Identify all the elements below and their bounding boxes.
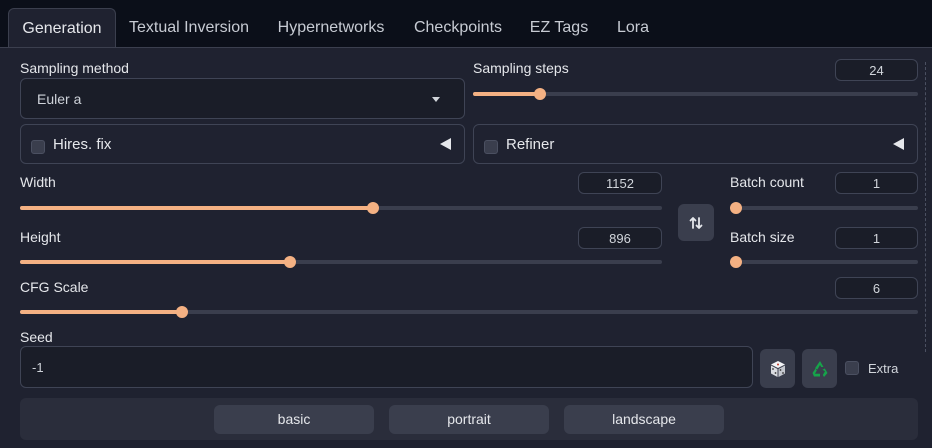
extra-label: Extra xyxy=(868,361,899,376)
cfg-scale-slider[interactable] xyxy=(20,306,918,318)
preset-bar: basic portrait landscape xyxy=(20,398,918,440)
tab-ez-tags[interactable]: EZ Tags xyxy=(524,8,594,48)
sampling-method-dropdown[interactable]: Euler a xyxy=(20,78,465,119)
preset-landscape-button[interactable]: landscape xyxy=(564,405,724,434)
refiner-label: Refiner xyxy=(506,136,555,153)
hires-fix-label: Hires. fix xyxy=(53,136,112,153)
triangle-left-icon[interactable] xyxy=(440,138,451,150)
sampling-steps-slider[interactable] xyxy=(473,88,918,100)
width-slider[interactable] xyxy=(20,202,662,214)
tab-checkpoints[interactable]: Checkpoints xyxy=(406,8,510,48)
chevron-down-icon xyxy=(432,97,440,102)
slider-fill xyxy=(20,260,290,264)
slider-fill xyxy=(473,92,540,96)
batch-count-slider[interactable] xyxy=(730,202,918,214)
dice-icon xyxy=(770,360,785,377)
slider-thumb[interactable] xyxy=(730,202,742,214)
preset-basic-button[interactable]: basic xyxy=(214,405,374,434)
width-input[interactable]: 1152 xyxy=(578,172,662,194)
tab-bar: Generation Textual Inversion Hypernetwor… xyxy=(0,0,932,49)
slider-thumb[interactable] xyxy=(730,256,742,268)
cfg-scale-input[interactable]: 6 xyxy=(835,277,918,299)
reuse-seed-button[interactable] xyxy=(802,349,837,388)
sampling-steps-label: Sampling steps xyxy=(473,60,569,76)
sampling-steps-input[interactable]: 24 xyxy=(835,59,918,81)
slider-fill xyxy=(20,310,182,314)
extra-checkbox[interactable] xyxy=(845,361,859,375)
batch-size-input[interactable]: 1 xyxy=(835,227,918,249)
triangle-left-icon[interactable] xyxy=(893,138,904,150)
tab-textual-inversion[interactable]: Textual Inversion xyxy=(122,8,256,48)
tab-hypernetworks[interactable]: Hypernetworks xyxy=(270,8,392,48)
sampling-method-value: Euler a xyxy=(37,91,82,107)
tab-generation[interactable]: Generation xyxy=(8,8,116,49)
refiner-accordion[interactable]: Refiner xyxy=(473,124,918,164)
height-label: Height xyxy=(20,229,61,245)
hires-fix-accordion[interactable]: Hires. fix xyxy=(20,124,465,164)
height-input[interactable]: 896 xyxy=(578,227,662,249)
batch-count-input[interactable]: 1 xyxy=(835,172,918,194)
slider-thumb[interactable] xyxy=(283,256,296,268)
random-seed-button[interactable] xyxy=(760,349,795,388)
tab-lora[interactable]: Lora xyxy=(608,8,658,48)
refiner-checkbox[interactable] xyxy=(484,140,498,154)
sampling-method-label: Sampling method xyxy=(20,60,129,76)
slider-thumb[interactable] xyxy=(175,306,188,318)
seed-field[interactable] xyxy=(20,346,753,388)
seed-input[interactable] xyxy=(21,347,752,387)
slider-thumb[interactable] xyxy=(533,88,546,100)
slider-fill xyxy=(20,206,374,210)
resize-handle[interactable] xyxy=(925,62,926,352)
cfg-scale-label: CFG Scale xyxy=(20,279,89,295)
preset-portrait-button[interactable]: portrait xyxy=(389,405,549,434)
recycle-icon xyxy=(812,360,827,377)
slider-thumb[interactable] xyxy=(367,202,380,214)
batch-size-label: Batch size xyxy=(730,229,795,245)
batch-size-slider[interactable] xyxy=(730,256,918,268)
width-label: Width xyxy=(20,174,56,190)
height-slider[interactable] xyxy=(20,256,662,268)
hires-fix-checkbox[interactable] xyxy=(31,140,45,154)
swap-arrows-icon xyxy=(689,216,703,229)
swap-dimensions-button[interactable] xyxy=(678,204,714,241)
batch-count-label: Batch count xyxy=(730,174,804,190)
seed-label: Seed xyxy=(20,329,53,345)
